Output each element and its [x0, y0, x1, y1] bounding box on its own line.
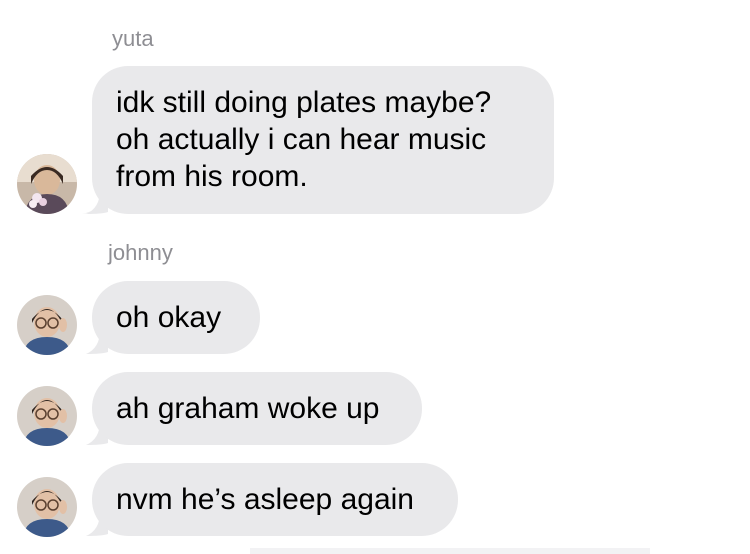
avatar-johnny[interactable] — [17, 295, 77, 355]
message-bubble-3[interactable]: ah graham woke up — [92, 372, 422, 445]
message-line: nvm he’s asleep again — [116, 483, 414, 516]
avatar-photo-icon — [17, 386, 77, 446]
message-line: idk still doing plates maybe? — [116, 86, 492, 119]
message-bubble-2[interactable]: oh okay — [92, 281, 260, 354]
avatar-photo-icon — [17, 154, 77, 214]
message-bubble-4[interactable]: nvm he’s asleep again — [92, 463, 458, 536]
avatar-johnny[interactable] — [17, 386, 77, 446]
next-bubble-edge — [250, 548, 650, 554]
message-line: oh okay — [116, 301, 222, 334]
message-bubble-1[interactable]: idk still doing plates maybe? oh actuall… — [92, 66, 554, 214]
message-line: ah graham woke up — [116, 392, 380, 425]
avatar-photo-icon — [17, 477, 77, 537]
message-line: oh actually i can hear music — [116, 123, 487, 156]
sender-name-yuta: yuta — [112, 26, 154, 51]
avatar-johnny[interactable] — [17, 477, 77, 537]
message-line: from his room. — [116, 160, 308, 193]
avatar-photo-icon — [17, 295, 77, 355]
sender-name-johnny: johnny — [108, 240, 173, 265]
avatar-yuta[interactable] — [17, 154, 77, 214]
